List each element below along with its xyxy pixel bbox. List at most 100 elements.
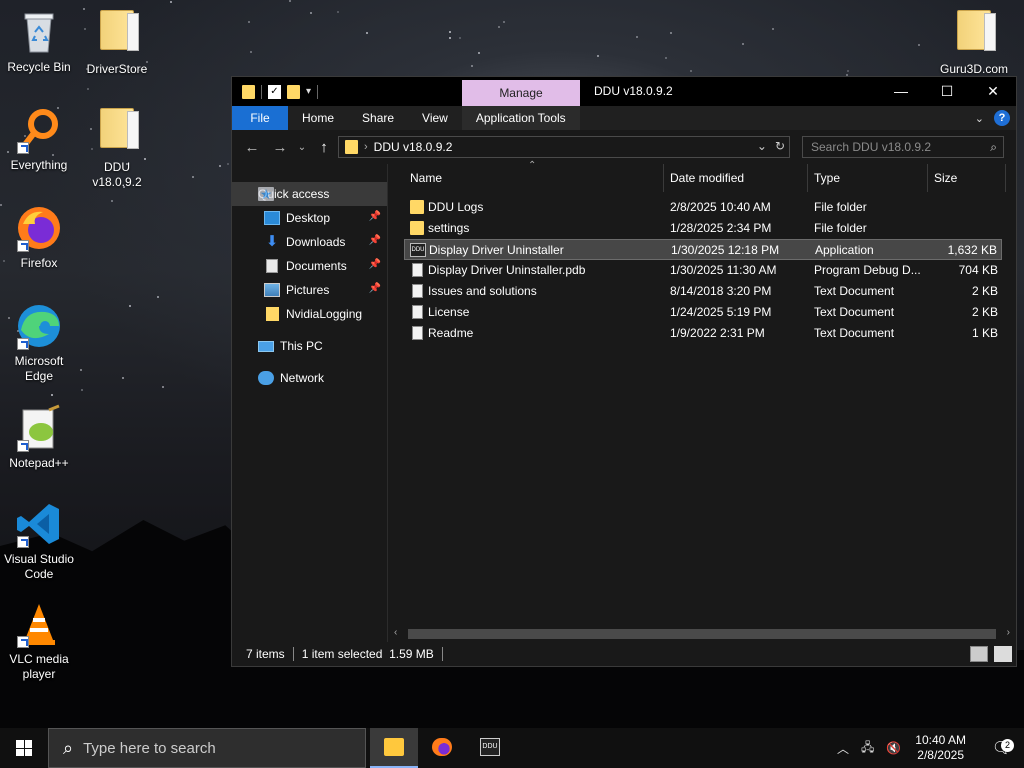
star-dot: [227, 163, 229, 165]
vscode-icon: [15, 500, 63, 548]
file-list[interactable]: ⌃ Name Date modified Type Size DDU Logs …: [388, 160, 1016, 642]
tab-file[interactable]: File: [232, 106, 288, 130]
nav-item-documents[interactable]: Documents 📌: [232, 254, 387, 278]
up-arrow-icon[interactable]: ↑: [310, 139, 338, 156]
nav-item-network[interactable]: Network: [232, 366, 387, 390]
refresh-icon[interactable]: ↻: [775, 139, 785, 153]
recent-locations-icon[interactable]: ⌄: [294, 142, 310, 153]
desktop-icon-label: Notepad++: [9, 456, 69, 470]
desktop-icon-notepadpp[interactable]: Notepad++: [1, 404, 77, 471]
star-dot: [87, 88, 89, 90]
file-size: 704 KB: [958, 263, 998, 277]
nav-item-pictures[interactable]: Pictures 📌: [232, 278, 387, 302]
forward-arrow-icon[interactable]: →: [266, 139, 294, 156]
expand-ribbon-icon[interactable]: ⌄: [975, 112, 984, 125]
item-count: 7 items: [246, 647, 285, 661]
search-input[interactable]: Search DDU v18.0.9.2 ⌕: [802, 136, 1004, 158]
file-date: 8/14/2018 3:20 PM: [670, 284, 772, 298]
maximize-button[interactable]: ☐: [924, 77, 970, 106]
nav-item-downloads[interactable]: ⬇ Downloads 📌: [232, 230, 387, 254]
tab-application-tools[interactable]: Application Tools: [461, 106, 580, 130]
quick-access-toolbar: ✓ ▾: [232, 84, 319, 99]
star-dot: [122, 377, 124, 379]
ribbon-tabs: File Home Share View Application Tools ⌄…: [232, 106, 1016, 130]
star-dot: [80, 369, 82, 371]
action-center-button[interactable]: 🗨 2: [980, 738, 1024, 758]
help-icon[interactable]: ?: [994, 110, 1010, 126]
new-folder-icon[interactable]: [287, 84, 300, 99]
taskbar-file-explorer[interactable]: [370, 728, 418, 768]
star-dot: [742, 43, 744, 45]
windows-logo-icon: [16, 740, 32, 756]
desktop-icon-recycle-bin[interactable]: Recycle Bin: [1, 8, 77, 75]
large-icons-view-button[interactable]: [994, 646, 1012, 662]
column-header-size[interactable]: Size: [928, 164, 1006, 192]
network-status-icon[interactable]: 🖧: [861, 738, 874, 759]
scrollbar-thumb[interactable]: [408, 629, 996, 639]
folder-icon: [410, 200, 424, 214]
file-type: File folder: [814, 221, 867, 235]
file-date: 1/30/2025 11:30 AM: [670, 263, 777, 277]
column-header-type[interactable]: Type: [808, 164, 928, 192]
breadcrumb[interactable]: DDU v18.0.9.2: [374, 140, 453, 154]
clock[interactable]: 10:40 AM 2/8/2025: [915, 733, 966, 763]
customize-qat-icon[interactable]: ▾: [306, 86, 311, 97]
file-row[interactable]: License 1/24/2025 5:19 PM Text Document …: [404, 302, 1002, 323]
star-dot: [478, 52, 480, 54]
nav-item-label: This PC: [280, 339, 323, 353]
desktop-icon-driverstore[interactable]: DriverStore: [79, 8, 155, 77]
back-arrow-icon[interactable]: ←: [238, 139, 266, 156]
file-row[interactable]: Readme 1/9/2022 2:31 PM Text Document 1 …: [404, 323, 1002, 344]
desktop-icon-everything[interactable]: Everything: [1, 106, 77, 173]
desktop-icon-firefox[interactable]: Firefox: [1, 204, 77, 271]
nav-item-this-pc[interactable]: This PC: [232, 334, 387, 358]
start-button[interactable]: [0, 728, 48, 768]
address-dropdown-icon[interactable]: ⌄: [757, 139, 767, 153]
desktop-icon-vscode[interactable]: Visual Studio Code: [1, 500, 77, 582]
horizontal-scrollbar[interactable]: ‹ ›: [388, 626, 1016, 642]
file-icon: [412, 263, 423, 277]
details-view-button[interactable]: [970, 646, 988, 662]
desktop-icon-vlc[interactable]: VLC media player: [1, 600, 77, 682]
folder-icon: [242, 84, 255, 99]
computer-icon: [258, 340, 274, 352]
file-explorer-window[interactable]: ✓ ▾ Manage DDU v18.0.9.2 — ☐ ✕ File Home…: [231, 76, 1017, 667]
star-dot: [918, 44, 920, 46]
folder-icon: [345, 140, 358, 154]
scroll-left-icon[interactable]: ‹: [394, 627, 397, 638]
taskbar-search-box[interactable]: ⌕ Type here to search: [48, 728, 366, 768]
close-button[interactable]: ✕: [970, 77, 1016, 106]
star-dot: [129, 305, 131, 307]
file-row[interactable]: Issues and solutions 8/14/2018 3:20 PM T…: [404, 281, 1002, 302]
desktop-icon-guru3d[interactable]: Guru3D.com: [936, 8, 1012, 77]
file-row[interactable]: settings 1/28/2025 2:34 PM File folder: [404, 218, 1002, 239]
taskbar-firefox[interactable]: [418, 728, 466, 768]
file-row[interactable]: Display Driver Uninstaller.pdb 1/30/2025…: [404, 260, 1002, 281]
volume-muted-icon[interactable]: 🔇: [886, 741, 901, 755]
pin-icon: 📌: [368, 259, 381, 270]
tab-share[interactable]: Share: [348, 106, 408, 130]
address-bar[interactable]: › DDU v18.0.9.2 ⌄ ↻: [338, 136, 790, 158]
scroll-right-icon[interactable]: ›: [1007, 627, 1010, 638]
shortcut-arrow-icon: [17, 636, 29, 648]
properties-icon[interactable]: ✓: [268, 84, 281, 99]
nav-item-quick-access[interactable]: ★ Quick access: [232, 182, 387, 206]
desktop-icon-ddu-folder[interactable]: DDU v18.0.9.2: [79, 106, 155, 190]
file-row-selected[interactable]: DDU Display Driver Uninstaller 1/30/2025…: [404, 239, 1002, 260]
star-dot: [289, 0, 291, 2]
nav-item-nvidialogging[interactable]: NvidiaLogging: [232, 302, 387, 326]
manage-context-tab[interactable]: Manage: [462, 80, 580, 107]
file-row[interactable]: DDU Logs 2/8/2025 10:40 AM File folder: [404, 197, 1002, 218]
tab-view[interactable]: View: [408, 106, 462, 130]
star-dot: [366, 32, 368, 34]
minimize-button[interactable]: —: [878, 77, 924, 106]
tab-home[interactable]: Home: [288, 106, 348, 130]
column-header-date[interactable]: Date modified: [664, 164, 808, 192]
column-header-name[interactable]: Name: [404, 164, 664, 192]
taskbar-ddu[interactable]: DDU: [466, 728, 514, 768]
nav-item-desktop[interactable]: Desktop 📌: [232, 206, 387, 230]
desktop-icon-edge[interactable]: Microsoft Edge: [1, 302, 77, 384]
show-hidden-icons-icon[interactable]: ︿: [837, 740, 849, 757]
title-bar[interactable]: ✓ ▾ Manage DDU v18.0.9.2 — ☐ ✕: [232, 77, 1016, 107]
desktop-icon-label: Guru3D.com: [939, 62, 1009, 76]
